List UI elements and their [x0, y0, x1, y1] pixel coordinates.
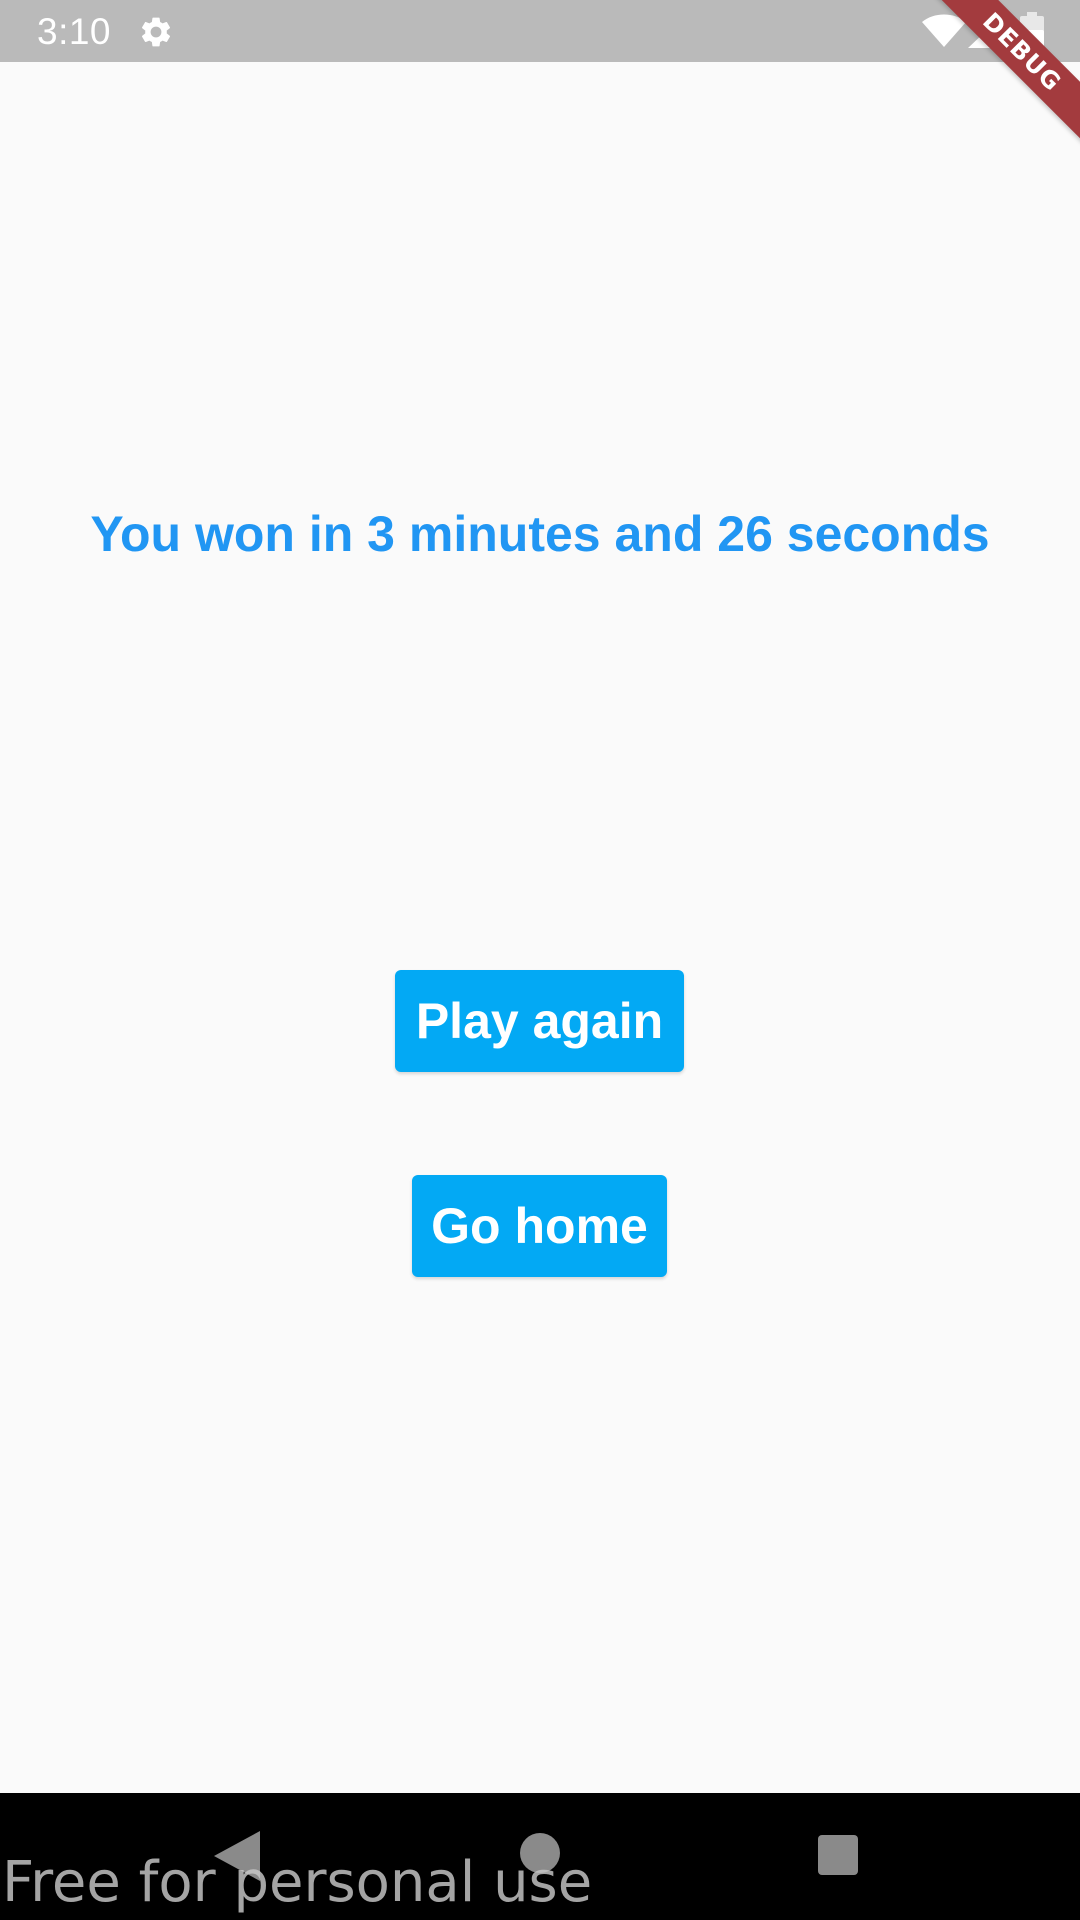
play-again-button[interactable]: Play again: [395, 970, 684, 1072]
win-message: You won in 3 minutes and 26 seconds: [90, 506, 990, 562]
wifi-icon: [922, 14, 966, 47]
recents-icon[interactable]: [818, 1835, 858, 1875]
status-bar: 3:10: [0, 0, 1080, 62]
status-time: 3:10: [37, 11, 112, 52]
app-screen: 3:10 DEBUG You won in 3 minutes and 26 s…: [0, 0, 1080, 1920]
watermark: Free for personal use: [2, 1850, 593, 1915]
gear-icon: [141, 17, 171, 47]
go-home-button[interactable]: Go home: [412, 1175, 667, 1277]
